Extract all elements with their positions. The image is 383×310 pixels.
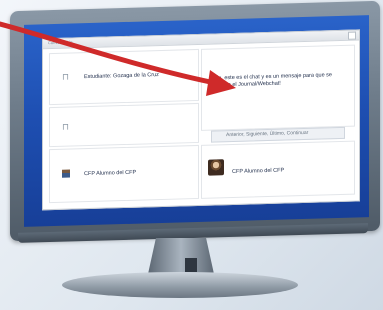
monitor-scene: Conversación ⊓ Estudiante: Gozaga de la … <box>0 0 383 310</box>
monitor-stand-neck <box>148 238 214 274</box>
monitor-stand-hole <box>185 258 197 272</box>
avatar <box>208 159 224 176</box>
message-cell: CFP Alumno del CFP <box>49 144 199 204</box>
pager-links[interactable]: Anterior, Siguiente, Último, Continuar <box>226 130 308 138</box>
avatar <box>62 169 70 178</box>
message-sender: Estudiante: Gozaga de la Cruz <box>84 72 159 81</box>
user-icon: ⊓ <box>62 121 70 132</box>
message-cell: ⊓ <box>49 102 199 148</box>
close-button[interactable] <box>348 31 356 40</box>
window-title: Conversación <box>48 39 73 46</box>
monitor-screen: Conversación ⊓ Estudiante: Gozaga de la … <box>24 15 369 227</box>
message-text: Hola, este es el chat y es un mensaje pa… <box>210 72 332 89</box>
pager-bar[interactable]: Anterior, Siguiente, Último, Continuar <box>211 126 345 143</box>
message-grid: ⊓ Estudiante: Gozaga de la Cruz Hola, es… <box>49 44 355 204</box>
chat-window: Conversación ⊓ Estudiante: Gozaga de la … <box>42 29 360 211</box>
message-cell: Hola, este es el chat y es un mensaje pa… <box>201 44 355 131</box>
message-cell: CFP Alumno del CFP <box>201 140 355 199</box>
message-sender: CFP Alumno del CFP <box>232 167 285 176</box>
monitor-stand-base <box>62 272 298 298</box>
message-cell: ⊓ Estudiante: Gozaga de la Cruz <box>49 48 199 106</box>
user-icon: ⊓ <box>62 71 70 82</box>
message-sender: CFP Alumno del CFP <box>84 169 137 178</box>
